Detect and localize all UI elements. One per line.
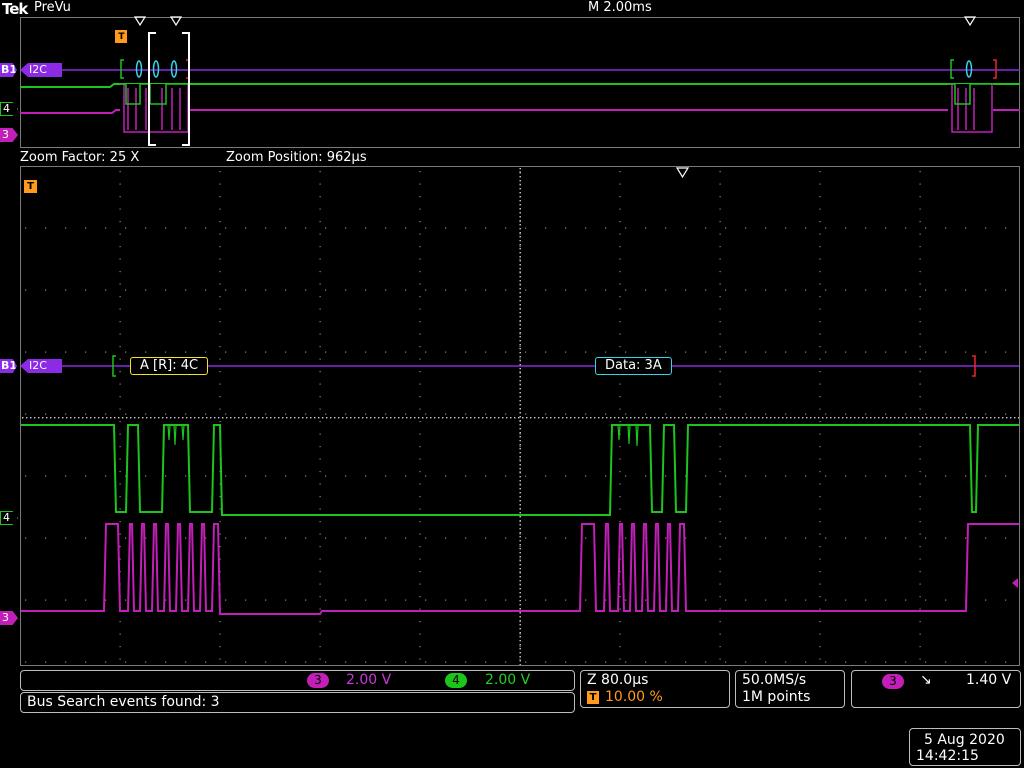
zoom-position: Zoom Position: 962µs xyxy=(226,150,367,165)
ch3-chip: 3 xyxy=(307,673,329,688)
ch4-scale[interactable]: 2.00 V xyxy=(485,672,530,688)
zoom-factor: Zoom Factor: 25 X xyxy=(20,150,140,165)
time: 14:42:15 xyxy=(916,748,979,764)
trigger-position-percent: 10.00 % xyxy=(605,689,663,705)
trigger-source-chip: 3 xyxy=(882,674,904,689)
acquisition-readout[interactable]: 50.0MS/s 1M points xyxy=(735,670,845,708)
date-time-box: 5 Aug 2020 14:42:15 xyxy=(909,728,1021,766)
preview-trigger-label: T xyxy=(116,31,127,43)
bus-search-box[interactable]: Bus Search events found: 3 xyxy=(20,692,575,713)
trigger-slope-icon: ↘ xyxy=(920,672,932,688)
main-graticule[interactable] xyxy=(20,166,1020,666)
trigger-position-marker[interactable]: T xyxy=(24,180,37,193)
trigger-level: 1.40 V xyxy=(966,672,1012,688)
bus-i2c-label[interactable]: I2C xyxy=(20,359,62,373)
preview-marker xyxy=(963,16,977,27)
horizontal-readout[interactable]: Z 80.0µs T 10.00 % xyxy=(580,670,730,708)
channel-scale-readout[interactable]: 3 2.00 V 4 2.00 V xyxy=(20,670,575,691)
bus-i2c-label-preview[interactable]: I2C xyxy=(20,63,62,77)
preview-marker xyxy=(169,16,183,27)
trigger-position-icon: T xyxy=(587,691,599,704)
decode-data-box: Data: 3A xyxy=(595,357,672,375)
sample-rate: 50.0MS/s xyxy=(742,672,807,688)
record-length: 1M points xyxy=(742,689,811,705)
ch3-scale[interactable]: 2.00 V xyxy=(346,672,391,688)
date: 5 Aug 2020 xyxy=(924,732,1005,748)
zoom-time-per-div: Z 80.0µs xyxy=(587,672,649,688)
trigger-readout[interactable]: 3 ↘ 1.40 V xyxy=(851,670,1021,708)
decode-address-box: A [R]: 4C xyxy=(130,357,209,375)
bus-search-results: Bus Search events found: 3 xyxy=(27,694,220,710)
ch4-chip: 4 xyxy=(445,673,467,688)
preview-marker xyxy=(133,16,147,27)
